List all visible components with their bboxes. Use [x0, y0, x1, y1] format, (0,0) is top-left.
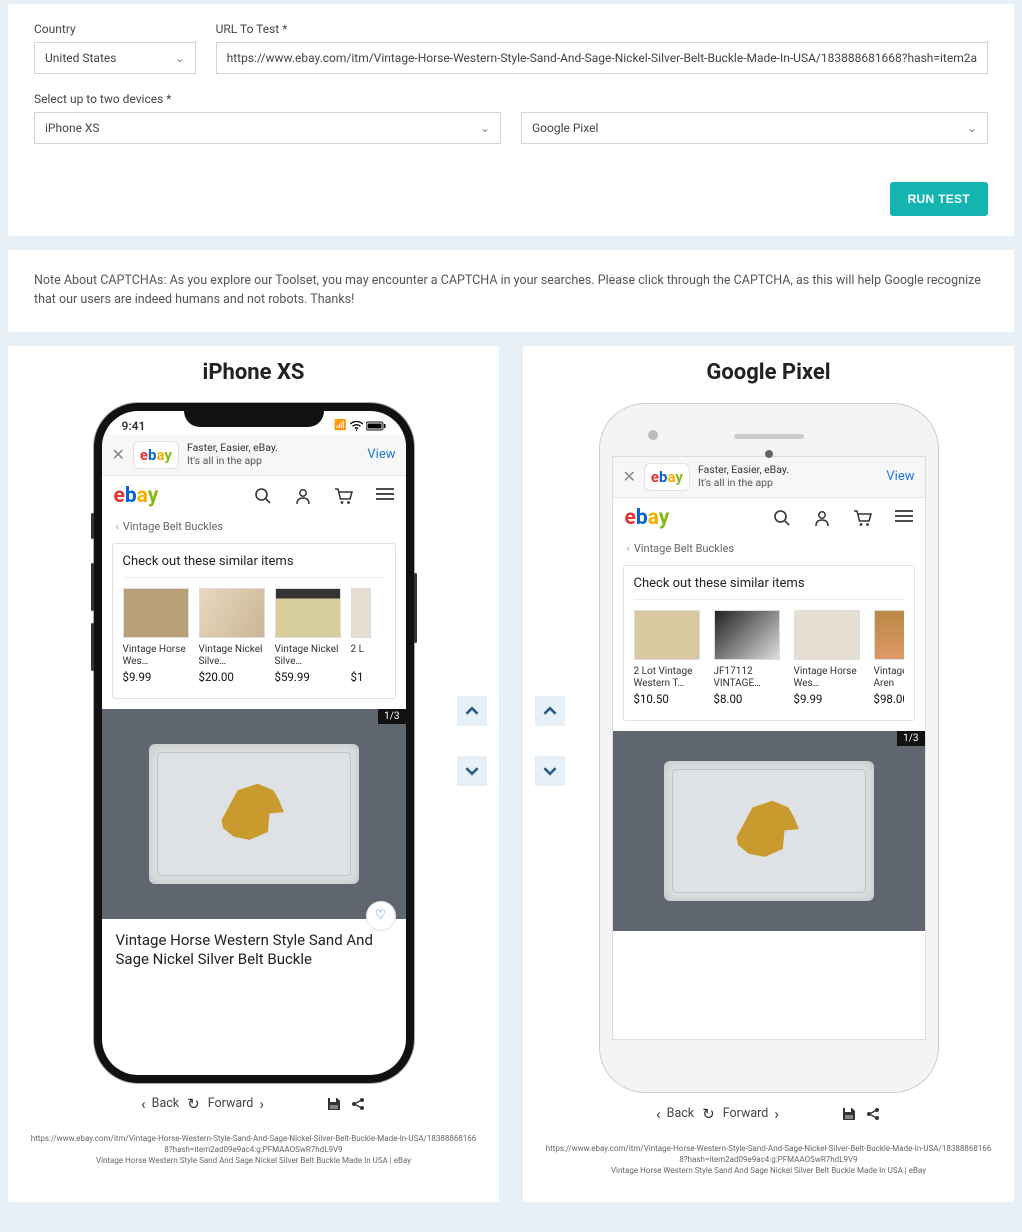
preview-meta: https://www.ebay.com/itm/Vintage-Horse-W…: [8, 1133, 499, 1167]
similar-item[interactable]: Vintage Nickel Silve…$20.00: [199, 588, 265, 684]
battery-icon: [366, 421, 386, 431]
app-header: ebay: [613, 498, 925, 538]
banner-view-link[interactable]: View: [886, 469, 914, 484]
country-value: United States: [45, 51, 116, 65]
favorite-button[interactable]: ♡: [366, 901, 396, 931]
similar-items-card: Check out these similar items Vintage Ho…: [112, 543, 396, 699]
devices-label: Select up to two devices *: [34, 92, 988, 106]
banner-view-link[interactable]: View: [367, 447, 395, 462]
menu-icon[interactable]: [895, 509, 913, 527]
forward-arrow-icon[interactable]: ›: [774, 1105, 779, 1123]
scroll-up-button[interactable]: [457, 696, 487, 726]
similar-item[interactable]: JF17112 VINTAGE…$8.00: [714, 610, 784, 706]
preview-meta: https://www.ebay.com/itm/Vintage-Horse-W…: [523, 1143, 1014, 1177]
similar-items-card: Check out these similar items 2 Lot Vint…: [623, 565, 915, 721]
menu-icon[interactable]: [376, 487, 394, 505]
search-icon[interactable]: [773, 509, 791, 527]
close-icon[interactable]: ✕: [623, 467, 636, 486]
banner-title: Faster, Easier, eBay.: [187, 442, 359, 455]
share-icon[interactable]: [865, 1106, 881, 1122]
pixel-frame: ✕ ebay Faster, Easier, eBay. It's all in…: [599, 403, 939, 1093]
cart-icon[interactable]: [853, 509, 873, 527]
product-hero-image[interactable]: 1/3 ♡: [102, 709, 406, 919]
account-icon[interactable]: [294, 487, 312, 505]
country-group: Country United States ⌄: [34, 22, 196, 74]
url-input[interactable]: https://www.ebay.com/itm/Vintage-Horse-W…: [216, 42, 988, 74]
ebay-app-icon: ebay: [140, 446, 172, 464]
banner-subtitle: It's all in the app: [698, 477, 878, 490]
speaker-icon: [734, 434, 804, 439]
similar-item[interactable]: Vintage Horse Wes…$9.99: [794, 610, 864, 706]
breadcrumb[interactable]: ‹Vintage Belt Buckles: [102, 516, 406, 543]
url-label: URL To Test *: [216, 22, 988, 36]
scroll-down-button[interactable]: [535, 756, 565, 786]
iphone-frame: 9:41 📶 ✕ ebay: [94, 403, 414, 1083]
run-test-button[interactable]: RUN TEST: [890, 182, 988, 216]
app-install-banner: ✕ ebay Faster, Easier, eBay. It's all in…: [102, 435, 406, 476]
scroll-up-button[interactable]: [535, 696, 565, 726]
save-icon[interactable]: [841, 1106, 857, 1122]
similar-heading: Check out these similar items: [123, 554, 385, 578]
preview-pixel: Google Pixel ✕ ebay Fas: [523, 346, 1014, 1203]
form-panel: Country United States ⌄ URL To Test * ht…: [8, 4, 1014, 236]
captcha-note: Note About CAPTCHAs: As you explore our …: [8, 250, 1014, 332]
back-arrow-icon[interactable]: ‹: [656, 1105, 661, 1123]
similar-item[interactable]: Vintage Aren Ha…$98.00: [874, 610, 904, 706]
signal-icon: 📶: [334, 420, 346, 431]
back-button[interactable]: Back: [667, 1106, 694, 1121]
app-header: ebay: [102, 476, 406, 516]
banner-subtitle: It's all in the app: [187, 455, 359, 468]
camera-icon: [648, 430, 658, 440]
device1-select[interactable]: iPhone XS ⌄: [34, 112, 501, 144]
url-group: URL To Test * https://www.ebay.com/itm/V…: [216, 22, 988, 74]
search-icon[interactable]: [254, 487, 272, 505]
status-time: 9:41: [122, 419, 146, 433]
banner-title: Faster, Easier, eBay.: [698, 464, 878, 477]
similar-item[interactable]: Vintage Nickel Silve…$59.99: [275, 588, 341, 684]
country-label: Country: [34, 22, 196, 36]
similar-item[interactable]: 2 L$1: [351, 588, 371, 684]
preview-controls: ‹ Back ↻ Forward ›: [8, 1095, 499, 1113]
scroll-down-button[interactable]: [457, 756, 487, 786]
wifi-icon: [350, 421, 363, 431]
breadcrumb[interactable]: ‹Vintage Belt Buckles: [613, 538, 925, 565]
account-icon[interactable]: [813, 509, 831, 527]
forward-button[interactable]: Forward: [723, 1106, 769, 1121]
device1-value: iPhone XS: [45, 121, 100, 135]
product-hero-image[interactable]: 1/3: [613, 731, 925, 931]
similar-item[interactable]: Vintage Horse Wes…$9.99: [123, 588, 189, 684]
image-counter: 1/3: [897, 731, 924, 746]
sensor-icon: [765, 450, 773, 458]
iphone-title: iPhone XS: [8, 360, 499, 385]
close-icon[interactable]: ✕: [112, 445, 125, 464]
preview-controls: ‹ Back ↻ Forward ›: [523, 1105, 1014, 1123]
device2-select[interactable]: Google Pixel ⌄: [521, 112, 988, 144]
ebay-logo[interactable]: ebay: [114, 484, 159, 508]
preview-iphone: iPhone XS 9:41 📶: [8, 346, 499, 1203]
reload-icon[interactable]: ↻: [702, 1105, 715, 1123]
similar-item[interactable]: 2 Lot Vintage Western T…$10.50: [634, 610, 704, 706]
ebay-logo[interactable]: ebay: [625, 506, 670, 530]
chevron-down-icon: ⌄: [175, 51, 185, 65]
share-icon[interactable]: [350, 1096, 366, 1112]
cart-icon[interactable]: [334, 487, 354, 505]
back-button[interactable]: Back: [152, 1096, 179, 1111]
similar-heading: Check out these similar items: [634, 576, 904, 600]
reload-icon[interactable]: ↻: [187, 1095, 200, 1113]
forward-button[interactable]: Forward: [208, 1096, 254, 1111]
save-icon[interactable]: [326, 1096, 342, 1112]
device2-value: Google Pixel: [532, 121, 598, 135]
chevron-down-icon: ⌄: [967, 121, 977, 135]
image-counter: 1/3: [378, 709, 405, 724]
pixel-title: Google Pixel: [523, 360, 1014, 385]
forward-arrow-icon[interactable]: ›: [259, 1095, 264, 1113]
ebay-app-icon: ebay: [651, 468, 683, 486]
listing-title: Vintage Horse Western Style Sand And Sag…: [102, 919, 406, 972]
app-install-banner: ✕ ebay Faster, Easier, eBay. It's all in…: [613, 457, 925, 498]
back-arrow-icon[interactable]: ‹: [141, 1095, 146, 1113]
chevron-down-icon: ⌄: [480, 121, 490, 135]
country-select[interactable]: United States ⌄: [34, 42, 196, 74]
